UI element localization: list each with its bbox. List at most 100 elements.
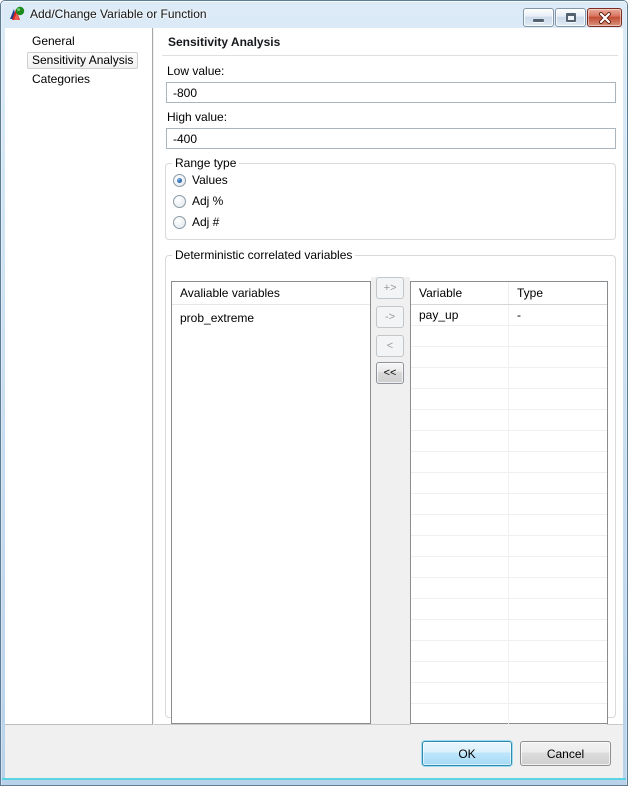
cell-variable	[411, 557, 509, 577]
cell-variable	[411, 620, 509, 640]
cell-type	[509, 347, 607, 367]
button-bar: OK Cancel	[5, 726, 623, 778]
radio-icon[interactable]	[173, 216, 186, 229]
cell-type	[509, 620, 607, 640]
table-row-empty[interactable]	[411, 368, 607, 389]
radio-icon[interactable]	[173, 174, 186, 187]
table-row-empty[interactable]	[411, 662, 607, 683]
available-variables-list: Avaliable variables prob_extreme	[171, 281, 371, 724]
radio-option-adj-[interactable]: Adj #	[166, 212, 615, 233]
maximize-icon	[565, 13, 576, 22]
close-button[interactable]	[587, 8, 622, 27]
title-bar[interactable]: Add/Change Variable or Function	[0, 0, 628, 28]
page-title: Sensitivity Analysis	[168, 35, 281, 49]
cell-variable	[411, 431, 509, 451]
sidebar-item-sensitivity-analysis[interactable]: Sensitivity Analysis	[5, 51, 152, 70]
cell-variable	[411, 641, 509, 661]
table-row-empty[interactable]	[411, 431, 607, 452]
range-type-legend: Range type	[175, 156, 237, 170]
cell-type	[509, 641, 607, 661]
move-left-button[interactable]: <	[376, 335, 404, 357]
cell-variable	[411, 536, 509, 556]
radio-label: Adj %	[192, 194, 224, 208]
table-header-row: Variable Type	[411, 282, 607, 305]
cell-variable	[411, 599, 509, 619]
table-row-empty[interactable]	[411, 599, 607, 620]
minimize-button[interactable]	[523, 8, 554, 27]
close-icon	[598, 11, 611, 24]
radio-icon[interactable]	[173, 195, 186, 208]
table-row-empty[interactable]	[411, 557, 607, 578]
frame-accent-line	[2, 778, 626, 780]
cell-variable	[411, 368, 509, 388]
cell-variable	[411, 704, 509, 724]
add-with-correlation-button[interactable]: +>	[376, 277, 404, 299]
table-row-empty[interactable]	[411, 347, 607, 368]
radio-option-values[interactable]: Values	[166, 170, 615, 191]
ok-button[interactable]: OK	[422, 741, 512, 766]
correlated-variables-legend: Deterministic correlated variables	[175, 248, 353, 262]
sidebar-item-label: Sensitivity Analysis	[27, 52, 139, 69]
table-row-empty[interactable]	[411, 536, 607, 557]
table-row-empty[interactable]	[411, 515, 607, 536]
cell-variable: pay_up	[411, 305, 509, 325]
table-row-empty[interactable]	[411, 683, 607, 704]
cell-type	[509, 368, 607, 388]
selected-variables-table: Variable Type pay_up -	[410, 281, 608, 725]
table-row[interactable]: pay_up -	[411, 305, 607, 326]
cell-type	[509, 515, 607, 535]
window-title: Add/Change Variable or Function	[30, 7, 207, 21]
maximize-button[interactable]	[555, 8, 586, 27]
table-row-empty[interactable]	[411, 578, 607, 599]
high-value-input[interactable]	[166, 128, 616, 149]
cell-type	[509, 473, 607, 493]
move-right-button[interactable]: ->	[376, 306, 404, 328]
cell-variable	[411, 494, 509, 514]
table-row-empty[interactable]	[411, 389, 607, 410]
app-icon	[9, 6, 25, 22]
cell-type	[509, 599, 607, 619]
available-variable-item[interactable]: prob_extreme	[172, 309, 370, 328]
main-panel: Sensitivity Analysis Low value: High val…	[154, 28, 623, 725]
cell-variable	[411, 326, 509, 346]
correlated-variables-groupbox: Deterministic correlated variables Avali…	[165, 248, 616, 725]
sidebar-item-label: General	[32, 34, 75, 48]
radio-option-adj-[interactable]: Adj %	[166, 191, 615, 212]
table-header-type[interactable]: Type	[509, 282, 607, 304]
low-value-input[interactable]	[166, 82, 616, 103]
transfer-buttons-strip: +> -> < <<	[371, 277, 410, 724]
table-row-empty[interactable]	[411, 452, 607, 473]
table-row-empty[interactable]	[411, 326, 607, 347]
cell-variable	[411, 473, 509, 493]
cell-type	[509, 578, 607, 598]
table-row-empty[interactable]	[411, 473, 607, 494]
cell-variable	[411, 347, 509, 367]
sidebar-item-general[interactable]: General	[5, 32, 152, 51]
sidebar-nav: General Sensitivity Analysis Categories	[5, 28, 153, 725]
table-row-empty[interactable]	[411, 641, 607, 662]
move-all-left-button[interactable]: <<	[376, 362, 404, 384]
cell-type	[509, 662, 607, 682]
radio-label: Values	[192, 173, 228, 187]
sidebar-item-categories[interactable]: Categories	[5, 70, 152, 89]
cell-variable	[411, 410, 509, 430]
available-variables-header[interactable]: Avaliable variables	[172, 282, 370, 305]
dialog-client-area: General Sensitivity Analysis Categories Se…	[5, 28, 623, 778]
cell-type	[509, 557, 607, 577]
cell-variable	[411, 515, 509, 535]
cancel-button[interactable]: Cancel	[520, 741, 611, 766]
cell-type	[509, 326, 607, 346]
cell-variable	[411, 683, 509, 703]
table-row-empty[interactable]	[411, 704, 607, 725]
table-row-empty[interactable]	[411, 410, 607, 431]
cell-variable	[411, 578, 509, 598]
table-row-empty[interactable]	[411, 620, 607, 641]
dialog-window: Add/Change Variable or Function General S…	[0, 0, 628, 786]
table-header-variable[interactable]: Variable	[411, 282, 509, 304]
table-row-empty[interactable]	[411, 494, 607, 515]
range-type-groupbox: Range type Values Adj % Adj #	[165, 156, 616, 240]
cell-type	[509, 452, 607, 472]
minimize-icon	[533, 19, 544, 22]
range-type-options: Values Adj % Adj #	[166, 170, 615, 233]
cell-type	[509, 683, 607, 703]
